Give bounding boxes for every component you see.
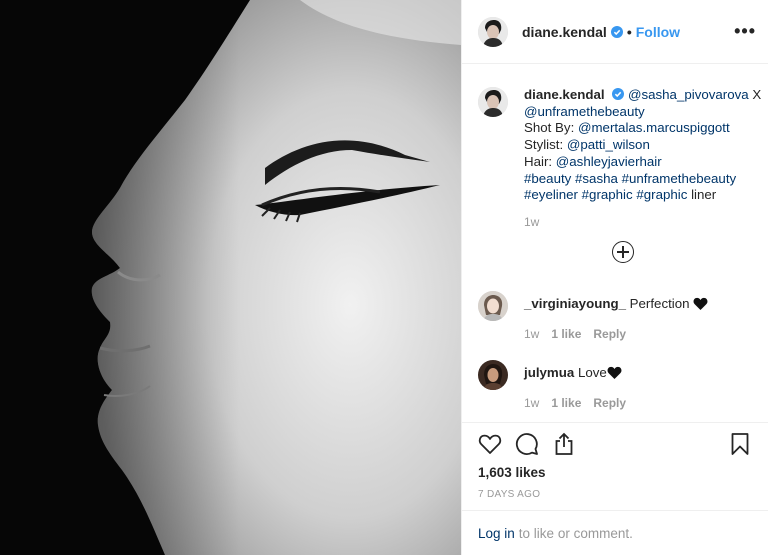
load-more-comments-icon[interactable] [612,241,634,263]
comment: _virginiayoung_ Perfection 1w 1 like Rep… [478,291,763,343]
caption-x: X [748,87,762,102]
avatar-image [478,16,508,47]
comment-text: Love [574,365,607,380]
comment-username[interactable]: julymua [524,365,574,380]
header-username[interactable]: diane.kendal [522,24,607,40]
likes-count[interactable]: 1,603 likes [478,465,752,480]
comment-meta: 1w 1 like Reply [524,326,708,343]
share-icon[interactable] [552,432,576,456]
post-header: diane.kendal • Follow ••• [462,0,768,64]
caption-text: diane.kendal @sasha_pivovarova X @unfram… [524,87,761,231]
action-icons [478,425,752,463]
comment-username[interactable]: _virginiayoung_ [524,296,626,311]
caption-label: Stylist: [524,137,567,153]
caption: diane.kendal @sasha_pivovarova X @unfram… [478,87,763,231]
hashtag-links[interactable]: #eyeliner #graphic #graphic [524,187,687,202]
post-timestamp[interactable]: 7 DAYS AGO [478,489,752,500]
caption-username[interactable]: diane.kendal [524,87,605,102]
avatar[interactable] [478,16,508,47]
comment: julymua Love 1w 1 like Reply [478,360,763,412]
reply-button[interactable]: Reply [593,326,626,343]
comment-time[interactable]: 1w [524,326,539,343]
post-photo[interactable] [0,0,461,555]
comment-avatar[interactable] [478,291,508,321]
comment-body: _virginiayoung_ Perfection 1w 1 like Rep… [524,291,708,343]
reply-button[interactable]: Reply [593,395,626,412]
mention-link[interactable]: @unframethebeauty [524,104,645,119]
comment-text: Perfection [625,296,694,311]
comment-body: julymua Love 1w 1 like Reply [524,360,626,412]
comment-avatar[interactable] [478,360,508,390]
comment-likes[interactable]: 1 like [551,395,581,412]
caption-tail: liner [687,187,717,203]
like-heart-icon[interactable] [478,432,502,456]
comments-list[interactable]: diane.kendal @sasha_pivovarova X @unfram… [462,65,768,422]
login-prompt: Log in to like or comment. [462,510,768,555]
caption-label: Shot By: [524,120,578,136]
comment-bubble-icon[interactable] [515,432,539,456]
caption-avatar[interactable] [478,87,508,117]
portrait-image [0,0,461,555]
verified-badge-icon [612,88,625,100]
post-actions: 1,603 likes 7 DAYS AGO [462,422,768,500]
follow-button[interactable]: Follow [636,24,680,40]
caption-time[interactable]: 1w [524,214,761,231]
post-details-panel: diane.kendal • Follow ••• diane.kendal @… [461,0,768,555]
comment-time[interactable]: 1w [524,395,539,412]
hashtag-links[interactable]: #beauty #sasha #unframethebeauty [524,171,736,186]
mention-link[interactable]: @patti_wilson [567,137,650,152]
comment-likes[interactable]: 1 like [551,326,581,343]
mention-link[interactable]: @ashleyjavierhair [556,154,662,169]
avatar-image [478,291,508,321]
comment-meta: 1w 1 like Reply [524,395,626,412]
more-options-icon[interactable]: ••• [734,22,756,40]
verified-badge-icon [610,25,623,38]
black-heart-emoji-icon [693,297,708,310]
mention-link[interactable]: @sasha_pivovarova [628,87,749,102]
avatar-image [478,87,508,117]
header-separator: • [626,23,632,40]
avatar-image [478,360,508,390]
header-user: diane.kendal • Follow [522,24,680,40]
login-link[interactable]: Log in [478,526,515,541]
mention-link[interactable]: @mertalas.marcuspiggott [578,120,730,135]
caption-label: Hair: [524,153,556,169]
black-heart-emoji-icon [607,366,622,379]
login-rest: to like or comment. [518,525,633,541]
bookmark-icon[interactable] [728,432,752,456]
